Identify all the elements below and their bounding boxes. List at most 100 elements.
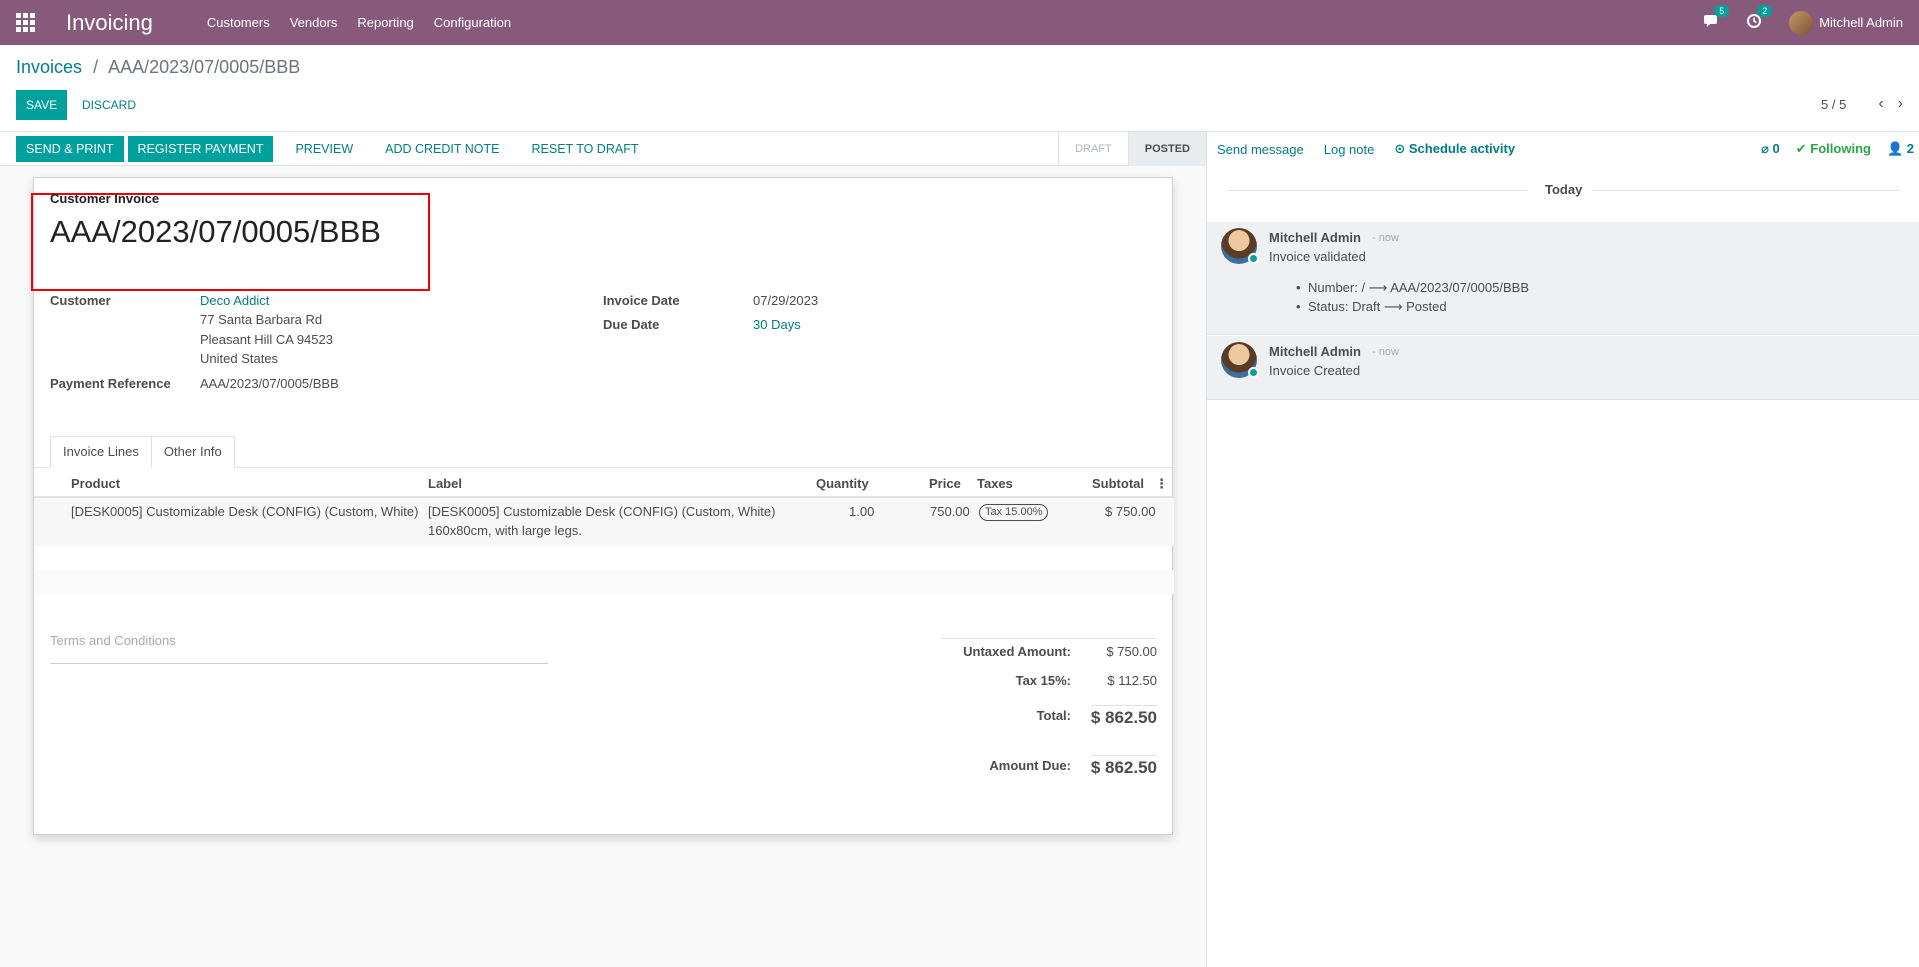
log-note-button[interactable]: Log note	[1324, 142, 1375, 157]
following-label: Following	[1810, 141, 1871, 156]
due-date-value[interactable]: 30 Days	[753, 317, 801, 332]
tab-other-info[interactable]: Other Info	[150, 436, 235, 468]
send-message-button[interactable]: Send message	[1217, 142, 1304, 157]
message-date: - now	[1372, 232, 1399, 244]
message-author[interactable]: Mitchell Admin	[1269, 344, 1361, 359]
form-statusbar: SEND & PRINT REGISTER PAYMENT PREVIEW AD…	[0, 132, 1206, 166]
line-quantity[interactable]: 1.00	[849, 504, 874, 519]
apps-menu-icon[interactable]	[16, 12, 36, 33]
line-label[interactable]: [DESK0005] Customizable Desk (CONFIG) (C…	[428, 504, 775, 519]
systray: 5 2 Mitchell Admin	[1704, 0, 1903, 45]
optional-columns-icon[interactable]: ⋮	[1155, 476, 1168, 492]
invoice-date-value: 07/29/2023	[753, 293, 819, 308]
breadcrumb-invoices[interactable]: Invoices	[16, 57, 82, 77]
line-product[interactable]: [DESK0005] Customizable Desk (CONFIG) (C…	[71, 504, 418, 519]
user-avatar	[1789, 10, 1814, 35]
schedule-activity-button[interactable]: ⊙ Schedule activity	[1394, 141, 1515, 157]
attachments-count: 0	[1772, 141, 1780, 156]
column-label[interactable]: Label	[428, 476, 462, 491]
menu-reporting[interactable]: Reporting	[357, 15, 413, 30]
chatter-message[interactable]: Mitchell Admin - now Invoice Created	[1207, 336, 1919, 400]
customer-link[interactable]: Deco Addict	[200, 293, 269, 308]
line-tax-tag[interactable]: Tax 15.00%	[979, 504, 1049, 521]
invoice-number: AAA/2023/07/0005/BBB	[50, 214, 381, 249]
line-subtotal: $ 750.00	[1105, 504, 1156, 519]
message-body: Invoice validated	[1269, 249, 1366, 264]
app-name[interactable]: Invoicing	[66, 10, 153, 36]
message-body: Invoice Created	[1269, 363, 1361, 378]
tab-invoice-lines[interactable]: Invoice Lines	[50, 436, 152, 468]
pager-value[interactable]: 5 / 5	[1821, 97, 1846, 112]
column-subtotal[interactable]: Subtotal	[1092, 476, 1144, 491]
control-panel: Invoices / AAA/2023/07/0005/BBB SAVE DIS…	[0, 45, 1919, 132]
pager-next-icon[interactable]: ›	[1898, 95, 1903, 113]
date-separator-label: Today	[1545, 182, 1583, 197]
amount-due-label: Amount Due:	[989, 758, 1071, 773]
register-payment-button[interactable]: REGISTER PAYMENT	[127, 135, 274, 162]
breadcrumb-current: AAA/2023/07/0005/BBB	[108, 57, 301, 77]
terms-and-conditions-field[interactable]: Terms and Conditions	[50, 630, 548, 664]
invoice-lines-header: Product Label Quantity Price Taxes Subto…	[34, 468, 1174, 498]
separator-line	[1227, 190, 1527, 191]
following-button[interactable]: ✔ Following	[1796, 141, 1871, 157]
total-label: Total:	[1036, 708, 1071, 723]
form-pane: SEND & PRINT REGISTER PAYMENT PREVIEW AD…	[0, 132, 1206, 967]
attachments-button[interactable]: ⌀ 0	[1761, 141, 1780, 157]
top-navbar: Invoicing Customers Vendors Reporting Co…	[0, 0, 1919, 45]
separator-line	[1593, 190, 1900, 191]
table-row[interactable]: [DESK0005] Customizable Desk (CONFIG) (C…	[34, 498, 1174, 546]
column-price[interactable]: Price	[929, 476, 961, 491]
tax-label: Tax 15%:	[1015, 673, 1071, 688]
due-date-label: Due Date	[603, 317, 660, 332]
column-quantity[interactable]: Quantity	[816, 476, 869, 491]
breadcrumb-separator: /	[93, 57, 99, 77]
column-taxes[interactable]: Taxes	[977, 476, 1013, 491]
message-author[interactable]: Mitchell Admin	[1269, 230, 1361, 245]
customer-label: Customer	[50, 293, 111, 308]
clock-icon: ⊙	[1394, 141, 1406, 156]
chatter-topbar: Send message Log note ⊙ Schedule activit…	[1207, 132, 1919, 166]
discard-button[interactable]: DISCARD	[72, 90, 146, 120]
activities-clock-icon[interactable]: 2	[1747, 5, 1773, 31]
tracking-value: Number: / ⟶ AAA/2023/07/0005/BBB	[1296, 280, 1529, 296]
untaxed-amount-label: Untaxed Amount:	[963, 644, 1071, 659]
preview-button[interactable]: PREVIEW	[285, 136, 363, 162]
empty-row	[34, 570, 1174, 594]
message-date: - now	[1372, 346, 1399, 358]
chatter-right-controls: ⌀ 0 ✔ Following 👤 2	[1745, 132, 1914, 166]
main-menu: Customers Vendors Reporting Configuratio…	[207, 15, 531, 30]
chatter-message[interactable]: Mitchell Admin - now Invoice validated N…	[1207, 222, 1919, 335]
user-icon: 👤	[1886, 141, 1904, 156]
reset-to-draft-button[interactable]: RESET TO DRAFT	[522, 136, 649, 162]
total-value: $ 862.50	[1090, 705, 1157, 728]
totals-summary: Untaxed Amount: $ 750.00 Tax 15%: $ 112.…	[941, 638, 1157, 777]
check-icon: ✔	[1795, 141, 1807, 156]
move-type-label: Customer Invoice	[50, 191, 160, 206]
column-product[interactable]: Product	[71, 476, 120, 491]
menu-vendors[interactable]: Vendors	[290, 15, 338, 30]
followers-button[interactable]: 👤 2	[1887, 141, 1914, 157]
menu-customers[interactable]: Customers	[207, 15, 270, 30]
save-button[interactable]: SAVE	[16, 90, 68, 120]
customer-address-line: United States	[200, 351, 279, 366]
customer-address-line: Pleasant Hill CA 94523	[200, 332, 333, 347]
send-print-button[interactable]: SEND & PRINT	[16, 135, 124, 162]
pager-previous-icon[interactable]: ‹	[1878, 95, 1883, 113]
customer-address-line: 77 Santa Barbara Rd	[200, 312, 323, 327]
add-credit-note-button[interactable]: ADD CREDIT NOTE	[375, 136, 509, 162]
online-status-icon	[1248, 367, 1259, 378]
status-step-posted[interactable]: POSTED	[1127, 132, 1206, 166]
messages-count-badge: 5	[1714, 5, 1730, 17]
invoice-date-label: Invoice Date	[603, 293, 680, 308]
untaxed-amount-value: $ 750.00	[1106, 644, 1157, 659]
breadcrumb: Invoices / AAA/2023/07/0005/BBB	[16, 57, 300, 78]
pager: 5 / 5 ‹ ›	[1821, 95, 1903, 113]
messages-icon[interactable]: 5	[1704, 5, 1730, 31]
user-menu[interactable]: Mitchell Admin	[1789, 10, 1903, 35]
menu-configuration[interactable]: Configuration	[434, 15, 511, 30]
line-price[interactable]: 750.00	[930, 504, 970, 519]
followers-count: 2	[1906, 141, 1914, 156]
status-step-draft[interactable]: DRAFT	[1058, 132, 1128, 166]
notebook-tabs: Invoice Lines Other Info	[50, 436, 235, 468]
line-label-continued[interactable]: 160x80cm, with large legs.	[428, 523, 582, 538]
